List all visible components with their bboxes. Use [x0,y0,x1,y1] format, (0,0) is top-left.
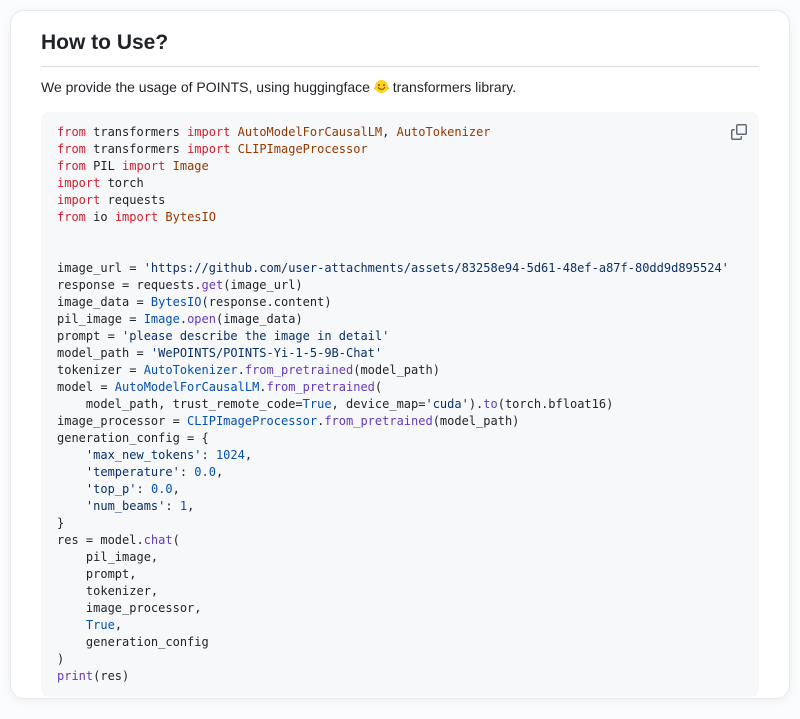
section-heading: How to Use? [41,25,759,67]
intro-paragraph: We provide the usage of POINTS, using hu… [41,78,759,99]
code-content: from transformers import AutoModelForCau… [57,124,743,685]
copy-icon [731,124,747,140]
hugging-face-emoji-icon [374,79,389,99]
intro-text-after: transformers library. [389,79,516,95]
readme-card: How to Use? We provide the usage of POIN… [10,10,790,699]
code-block: from transformers import AutoModelForCau… [41,112,759,697]
intro-text-before: We provide the usage of POINTS, using hu… [41,79,374,95]
copy-code-button[interactable] [725,118,753,146]
